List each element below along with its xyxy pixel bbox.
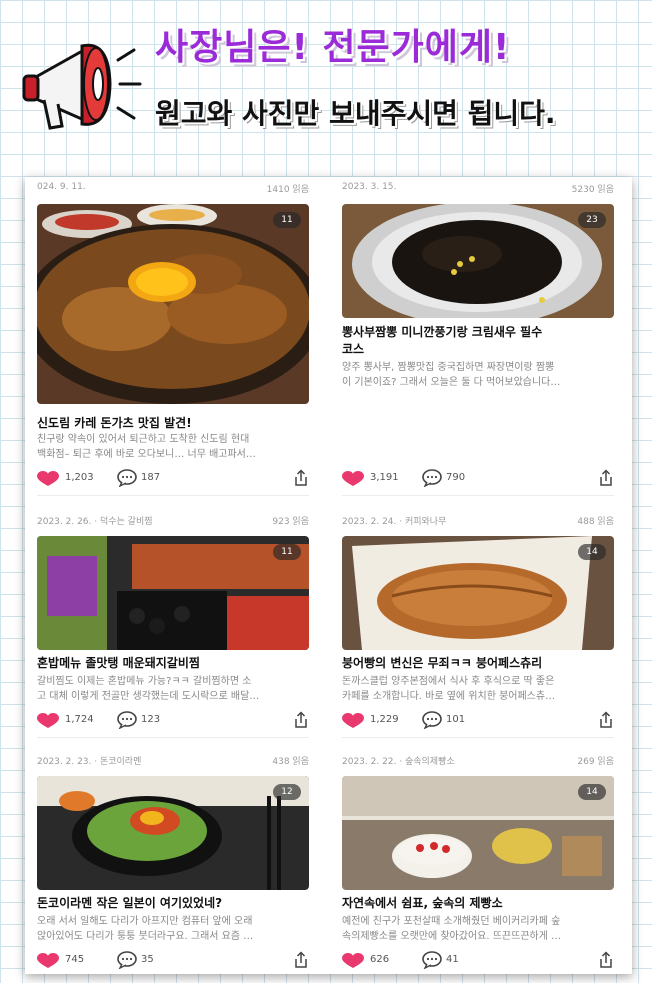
comment-count: 35 <box>141 954 154 965</box>
share-icon[interactable] <box>598 711 614 729</box>
post-excerpt-line2: 앉아있어도 다리가 퉁퉁 붓더라구요. 그래서 요즘 … <box>37 931 254 942</box>
post-excerpt-line2: 백화점– 퇴근 후에 바로 오다보니… 너무 배고파서… <box>37 449 256 460</box>
post-thumbnail[interactable]: 23 <box>342 204 614 318</box>
post-date: 2023. 3. 15. <box>342 182 397 192</box>
post-card[interactable]: 024. 9. 11. 1410 읽음 11 신도림 카레 돈가츠 맛집 발견!… <box>37 177 309 497</box>
post-excerpt-line2: 속의제빵소를 오랫만에 찾아갔어요. 뜨끈뜨끈하게 … <box>342 931 562 942</box>
like-count: 3,191 <box>370 472 399 483</box>
post-excerpt-line1: 돈까스클럽 양주본점에서 식사 후 후식으로 딱 좋은 <box>342 676 555 687</box>
promo-banner: 사장님은! 전문가에게! 원고와 사진만 보내주시면 됩니다. <box>0 0 652 160</box>
post-date: 2023. 2. 26. · 덕수는 갈비찜 <box>37 517 153 527</box>
post-title-line1[interactable]: 뽕사부짬뽕 미니깐풍기랑 크림새우 필수 <box>342 324 622 341</box>
comment-icon[interactable] <box>422 711 442 729</box>
post-date: 2023. 2. 23. · 돈코이라멘 <box>37 757 142 767</box>
spicy-galbijjim-image <box>37 536 309 650</box>
jjajangmyeon-image <box>342 204 614 318</box>
post-date: 2023. 2. 24. · 커피와나무 <box>342 517 447 527</box>
bungeoppang-pastry-image <box>342 536 614 650</box>
view-count: 438 읽음 <box>272 757 309 767</box>
bakery-cakes-image <box>342 776 614 890</box>
post-card[interactable]: 2023. 2. 22. · 숲속의제빵소 269 읽음 14 자연속에서 쉼표… <box>342 749 614 974</box>
curry-pork-cutlet-image <box>37 204 309 404</box>
like-count: 1,229 <box>370 714 399 725</box>
share-icon[interactable] <box>293 951 309 969</box>
comment-icon[interactable] <box>422 469 442 487</box>
heart-icon[interactable] <box>342 712 364 728</box>
post-thumbnail[interactable]: 11 <box>37 204 309 404</box>
post-excerpt-line2: 고 대체 이렇게 전골만 생각했는데 도시락으로 배달… <box>37 691 260 702</box>
post-card[interactable]: 2023. 3. 15. 5230 읽음 23 뽕사부짬뽕 미니깐풍기랑 크림새 <box>342 177 614 497</box>
post-title[interactable]: 돈코이라멘 작은 일본이 여기있었네? <box>37 895 317 912</box>
post-title[interactable]: 혼밥메뉴 졸맛탱 매운돼지갈비찜 <box>37 655 317 672</box>
post-date: 2023. 2. 22. · 숲속의제빵소 <box>342 757 455 767</box>
post-thumbnail[interactable]: 14 <box>342 776 614 890</box>
post-card[interactable]: 2023. 2. 26. · 덕수는 갈비찜 923 읽음 11 혼밥메뉴 졸맛 <box>37 509 309 741</box>
comment-icon[interactable] <box>117 469 137 487</box>
post-card[interactable]: 2023. 2. 24. · 커피와나무 488 읽음 14 붕어빵의 변신은 … <box>342 509 614 741</box>
post-card[interactable]: 2023. 2. 23. · 돈코이라멘 438 읽음 12 돈코이라멘 작은 <box>37 749 309 974</box>
photo-count-badge: 11 <box>273 544 301 560</box>
post-thumbnail[interactable]: 11 <box>37 536 309 650</box>
post-excerpt-line1: 예전에 친구가 포천살때 소개해줬던 베이커리카페 숲 <box>342 916 561 927</box>
comment-count: 101 <box>446 714 466 725</box>
view-count: 269 읽음 <box>577 757 614 767</box>
post-thumbnail[interactable]: 14 <box>342 536 614 650</box>
comment-count: 41 <box>446 954 459 965</box>
post-excerpt-line2: 이 기본이죠? 그래서 오늘은 둘 다 먹어보았습니다… <box>342 377 561 388</box>
post-title[interactable]: 신도림 카레 돈가츠 맛집 발견! <box>37 415 317 432</box>
heart-icon[interactable] <box>342 470 364 486</box>
view-count: 5230 읽음 <box>571 185 614 195</box>
post-excerpt-line1: 오래 서서 일해도 다리가 아프지만 컴퓨터 앞에 오래 <box>37 916 253 927</box>
post-excerpt-line1: 양주 뽕사부, 짬뽕맛집 중국집하면 짜장면이랑 짬뽕 <box>342 362 555 373</box>
view-count: 923 읽음 <box>272 517 309 527</box>
comment-icon[interactable] <box>422 951 442 969</box>
like-count: 745 <box>65 954 85 965</box>
share-icon[interactable] <box>293 711 309 729</box>
photo-count-badge: 11 <box>273 212 301 228</box>
like-count: 626 <box>370 954 390 965</box>
post-title[interactable]: 자연속에서 쉼표, 숲속의 제빵소 <box>342 895 622 912</box>
share-icon[interactable] <box>598 951 614 969</box>
view-count: 1410 읽음 <box>266 185 309 195</box>
megaphone-icon <box>22 43 142 130</box>
post-title[interactable]: 붕어빵의 변신은 무죄ㅋㅋ 붕어페스츄리 <box>342 655 622 672</box>
comment-icon[interactable] <box>117 951 137 969</box>
photo-count-badge: 23 <box>578 212 606 228</box>
photo-count-badge: 14 <box>578 544 606 560</box>
post-excerpt-line1: 갈비찜도 이제는 혼밥메뉴 가능?ㅋㅋ 갈비찜하면 소 <box>37 676 252 687</box>
ramen-bibimbap-image <box>37 776 309 890</box>
like-count: 1,203 <box>65 472 94 483</box>
like-count: 1,724 <box>65 714 94 725</box>
view-count: 488 읽음 <box>577 517 614 527</box>
heart-icon[interactable] <box>342 952 364 968</box>
share-icon[interactable] <box>293 469 309 487</box>
post-title-line2[interactable]: 코스 <box>342 341 622 358</box>
photo-count-badge: 12 <box>273 784 301 800</box>
post-excerpt-line1: 친구랑 약속이 있어서 퇴근하고 도착한 신도림 현대 <box>37 434 250 445</box>
post-excerpt-line2: 카페를 소개합니다. 바로 옆에 위치한 붕어페스츄… <box>342 691 556 702</box>
blog-post-grid-screenshot: 024. 9. 11. 1410 읽음 11 신도림 카레 돈가츠 맛집 발견!… <box>25 177 632 974</box>
comment-count: 790 <box>446 472 466 483</box>
heart-icon[interactable] <box>37 470 59 486</box>
share-icon[interactable] <box>598 469 614 487</box>
heart-icon[interactable] <box>37 952 59 968</box>
banner-headline: 사장님은! 전문가에게! <box>155 27 511 68</box>
comment-icon[interactable] <box>117 711 137 729</box>
post-date: 024. 9. 11. <box>37 182 86 192</box>
photo-count-badge: 14 <box>578 784 606 800</box>
comment-count: 123 <box>141 714 161 725</box>
banner-subheadline: 원고와 사진만 보내주시면 됩니다. <box>155 97 556 130</box>
heart-icon[interactable] <box>37 712 59 728</box>
comment-count: 187 <box>141 472 161 483</box>
post-thumbnail[interactable]: 12 <box>37 776 309 890</box>
